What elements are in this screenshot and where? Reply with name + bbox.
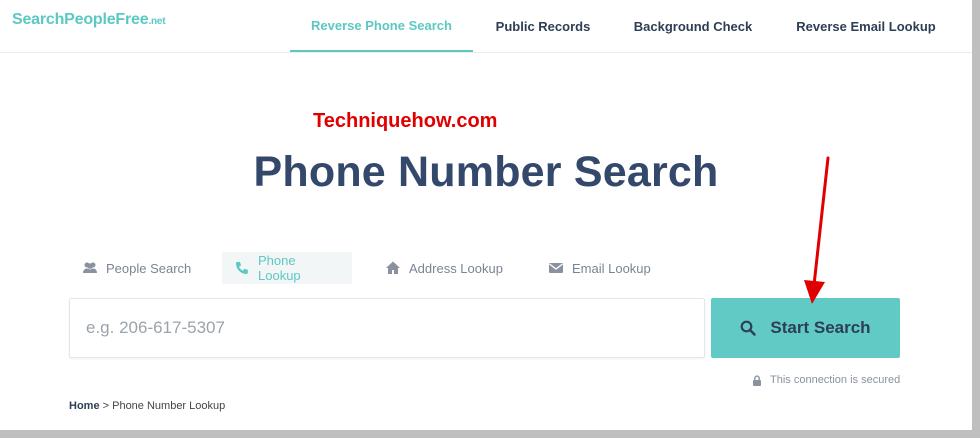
breadcrumb-separator: >	[99, 400, 113, 412]
tab-address-lookup[interactable]: Address Lookup	[385, 252, 503, 284]
lock-icon	[752, 374, 762, 386]
tab-phone-lookup[interactable]: Phone Lookup	[222, 252, 352, 284]
nav-reverse-email-lookup[interactable]: Reverse Email Lookup	[786, 0, 946, 52]
site-header: SearchPeopleFree.net Reverse Phone Searc…	[0, 0, 972, 53]
tab-label: Phone Lookup	[258, 253, 301, 283]
nav-background-check[interactable]: Background Check	[618, 0, 768, 52]
tab-people-search[interactable]: People Search	[82, 252, 191, 284]
secure-connection-note: This connection is secured	[752, 372, 900, 388]
phone-search-input[interactable]	[69, 298, 705, 358]
nav-reverse-phone-search[interactable]: Reverse Phone Search	[290, 0, 473, 52]
breadcrumb-current: Phone Number Lookup	[112, 400, 226, 412]
page-title: Phone Number Search	[253, 148, 719, 196]
tab-label: Email Lookup	[572, 260, 651, 276]
start-search-button[interactable]: Start Search	[711, 298, 900, 358]
people-icon	[82, 260, 98, 276]
logo-suffix: .net	[148, 16, 166, 27]
tab-email-lookup[interactable]: Email Lookup	[548, 252, 651, 284]
phone-icon	[234, 260, 250, 276]
nav-public-records[interactable]: Public Records	[482, 0, 604, 52]
logo-text: SearchPeopleFree	[12, 11, 149, 28]
envelope-icon	[548, 260, 564, 276]
tab-label: People Search	[106, 260, 192, 276]
start-search-label: Start Search	[770, 318, 871, 337]
home-icon	[385, 260, 401, 276]
watermark-text: Techniquehow.com	[313, 110, 498, 132]
tab-label: Address Lookup	[409, 260, 503, 276]
breadcrumb: Home > Phone Number Lookup	[69, 400, 225, 412]
page: SearchPeopleFree.net Reverse Phone Searc…	[0, 0, 972, 430]
annotation-arrow	[804, 156, 830, 304]
secure-text: This connection is secured	[770, 374, 901, 386]
breadcrumb-home[interactable]: Home	[69, 400, 100, 412]
search-icon	[740, 320, 757, 336]
site-logo[interactable]: SearchPeopleFree.net	[12, 11, 166, 35]
